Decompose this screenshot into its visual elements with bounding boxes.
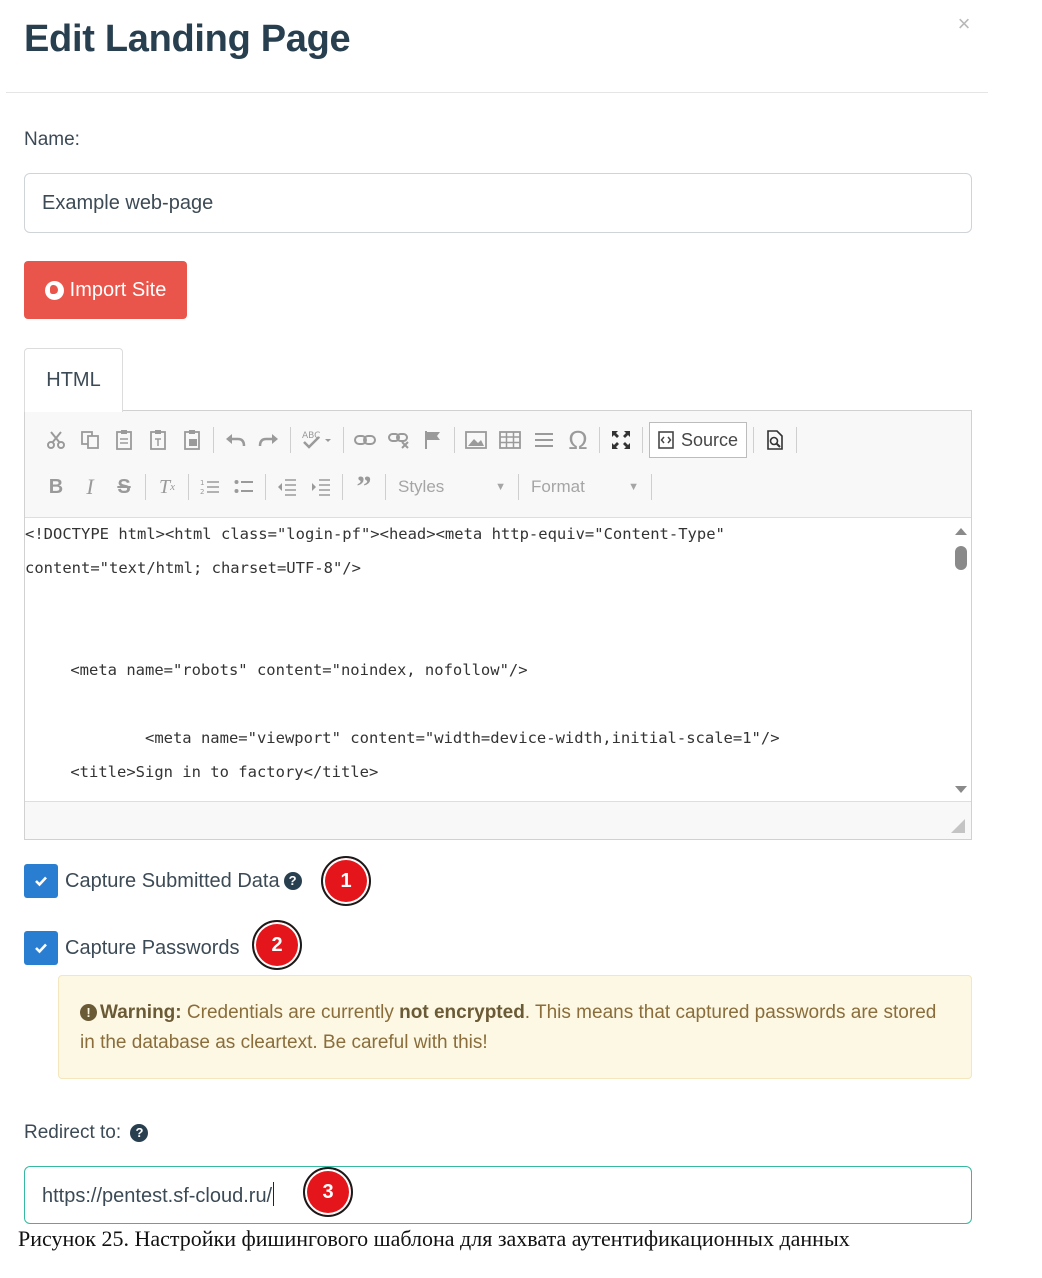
toolbar-separator: [753, 427, 755, 453]
warning-emphasis: not encrypted: [399, 1002, 525, 1023]
redirect-label-row: Redirect to: ?: [24, 1122, 149, 1144]
source-icon: [658, 431, 674, 449]
close-icon[interactable]: ×: [950, 10, 978, 38]
toolbar-separator: [385, 474, 386, 500]
dialog-title: Edit Landing Page: [24, 18, 351, 60]
toolbar-separator: [518, 474, 519, 500]
image-icon[interactable]: [459, 423, 493, 457]
redirect-label: Redirect to:: [24, 1122, 122, 1143]
bulleted-list-icon[interactable]: [227, 470, 261, 504]
toolbar-separator: [265, 474, 266, 500]
tab-html[interactable]: HTML: [24, 348, 123, 412]
numbered-list-icon[interactable]: 12: [193, 470, 227, 504]
indent-icon[interactable]: [304, 470, 338, 504]
import-site-button[interactable]: Import Site: [24, 261, 187, 319]
capture-submitted-checkbox[interactable]: [24, 864, 58, 898]
horizontal-line-icon[interactable]: [527, 423, 561, 457]
strike-icon[interactable]: S: [107, 470, 141, 504]
toolbar-separator: [651, 474, 652, 500]
redirect-url-input[interactable]: https://pentest.sf-cloud.ru/: [24, 1166, 972, 1224]
capture-passwords-label: Capture Passwords: [65, 936, 240, 959]
chevron-down-icon: ▼: [495, 481, 506, 493]
toolbar-separator: [796, 427, 798, 453]
question-circle-icon[interactable]: ?: [283, 872, 302, 890]
toolbar-separator: [213, 427, 214, 453]
paste-icon[interactable]: [107, 423, 141, 457]
paste-text-icon[interactable]: [141, 423, 175, 457]
capture-passwords-checkbox[interactable]: [24, 931, 58, 965]
warning-text-before: Credentials are currently: [181, 1002, 400, 1023]
code-line: <meta name="robots" content="noindex, no…: [33, 661, 528, 679]
undo-icon[interactable]: [218, 423, 252, 457]
format-label: Format: [531, 477, 585, 496]
scroll-thumb[interactable]: [955, 546, 967, 570]
italic-icon[interactable]: I: [73, 470, 107, 504]
capture-submitted-label: Capture Submitted Data: [65, 869, 280, 892]
import-site-label: Import Site: [69, 278, 167, 301]
scroll-down-arrow-icon[interactable]: [955, 786, 967, 793]
code-line: <meta name="viewport" content="width=dev…: [33, 729, 780, 747]
toolbar-separator: [599, 427, 600, 453]
code-scrollbar[interactable]: [953, 518, 969, 801]
cut-icon[interactable]: [39, 423, 73, 457]
toolbar-separator: [145, 474, 146, 500]
chevron-down-icon: ▼: [628, 481, 639, 493]
bold-icon[interactable]: B: [39, 470, 73, 504]
capture-submitted-row: Capture Submitted Data ?: [24, 864, 302, 898]
toolbar-separator: [188, 474, 189, 500]
text-caret: [273, 1182, 275, 1206]
blockquote-icon[interactable]: ”: [347, 470, 381, 504]
format-dropdown[interactable]: Format ▼: [523, 471, 647, 503]
annotation-badge-1: 1: [321, 856, 371, 906]
scroll-up-arrow-icon[interactable]: [955, 528, 967, 535]
svg-text:1: 1: [200, 479, 204, 487]
redo-icon[interactable]: [252, 423, 286, 457]
warning-prefix: Warning:: [100, 1002, 182, 1023]
toolbar-separator: [343, 427, 344, 453]
outdent-icon[interactable]: [270, 470, 304, 504]
table-icon[interactable]: [493, 423, 527, 457]
styles-dropdown[interactable]: Styles ▼: [390, 471, 514, 503]
anchor-flag-icon[interactable]: [416, 423, 450, 457]
editor-toolbar-row-1: ABC Ω Source: [39, 420, 801, 460]
capture-passwords-row: Capture Passwords: [24, 931, 240, 965]
globe-icon: [44, 280, 64, 300]
code-line: <title>Sign in to factory</title>: [33, 763, 379, 781]
editor-toolbar-row-2: B I S Tx 12 ” Styles ▼ Format ▼: [39, 467, 656, 507]
name-input[interactable]: Example web-page: [24, 173, 972, 233]
toolbar-separator: [290, 427, 291, 453]
exclamation-circle-icon: !: [80, 1004, 97, 1021]
checkmark-icon: [35, 876, 47, 887]
link-icon[interactable]: [348, 423, 382, 457]
question-circle-icon[interactable]: ?: [130, 1124, 149, 1142]
source-code-area[interactable]: <!DOCTYPE html><html class="login-pf"><h…: [25, 517, 971, 802]
svg-text:2: 2: [200, 488, 204, 496]
redirect-url-value: https://pentest.sf-cloud.ru/: [42, 1185, 273, 1207]
annotation-badge-3: 3: [303, 1167, 353, 1217]
checkmark-icon: [35, 943, 47, 954]
encryption-warning: ! Warning: Credentials are currently not …: [58, 975, 972, 1079]
code-line: content="text/html; charset=UTF-8"/>: [25, 559, 361, 577]
source-button[interactable]: Source: [649, 422, 748, 458]
source-label: Source: [681, 429, 739, 450]
styles-label: Styles: [398, 477, 445, 496]
modal-header: Edit Landing Page: [6, 0, 988, 93]
preview-icon[interactable]: [758, 423, 792, 457]
copy-icon[interactable]: [73, 423, 107, 457]
unlink-icon[interactable]: [382, 423, 416, 457]
toolbar-separator: [454, 427, 455, 453]
html-editor: ABC Ω Source B I S T x 1 2 ” Styles ▼ Fo…: [24, 410, 972, 840]
figure-caption: Рисунок 25. Настройки фишингового шаблон…: [18, 1226, 850, 1251]
code-line: <!DOCTYPE html><html class="login-pf"><h…: [25, 525, 725, 543]
maximize-icon[interactable]: [604, 423, 638, 457]
remove-format-icon[interactable]: Tx: [150, 470, 184, 504]
annotation-badge-2: 2: [252, 920, 302, 970]
resize-grip-icon[interactable]: [951, 819, 965, 833]
toolbar-separator: [642, 427, 643, 453]
spellcheck-icon[interactable]: ABC: [295, 423, 339, 457]
paste-from-word-icon[interactable]: [175, 423, 209, 457]
toolbar-separator: [342, 474, 343, 500]
special-char-icon[interactable]: Ω: [561, 423, 595, 457]
name-label: Name:: [24, 129, 80, 150]
